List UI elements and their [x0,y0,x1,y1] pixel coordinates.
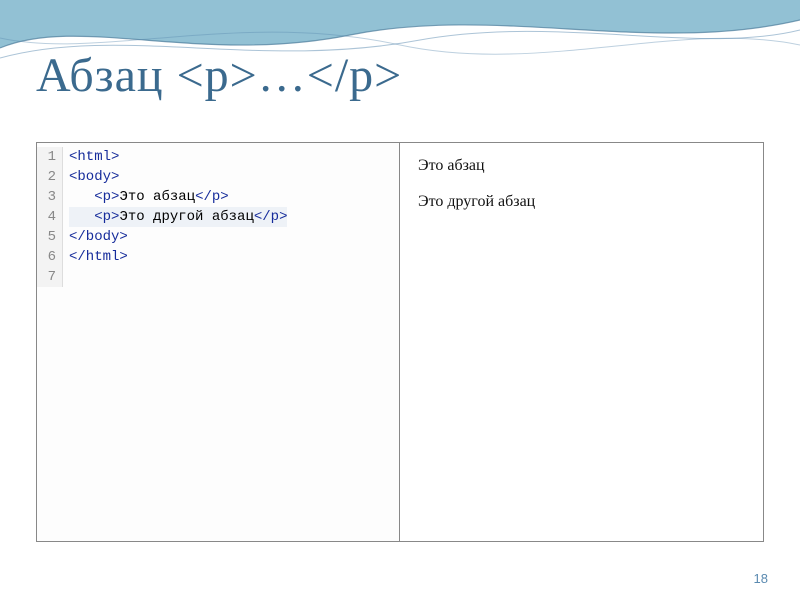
preview-paragraph-1: Это абзац [418,157,745,175]
code-line: <p>Это другой абзац</p> [69,207,287,227]
code-line [69,267,287,287]
code-body: <html><body> <p>Это абзац</p> <p>Это дру… [63,147,287,287]
code-line: <html> [69,147,287,167]
slide-title: Абзац <p>…</p> [36,48,402,103]
preview-pane: Это абзац Это другой абзац [400,143,763,541]
code-line: </body> [69,227,287,247]
example-panel: 1234567 <html><body> <p>Это абзац</p> <p… [36,142,764,542]
preview-paragraph-2: Это другой абзац [418,193,745,211]
code-line: </html> [69,247,287,267]
code-line: <p>Это абзац</p> [69,187,287,207]
code-gutter: 1234567 [37,147,63,287]
page-number: 18 [754,571,768,586]
code-pane: 1234567 <html><body> <p>Это абзац</p> <p… [37,143,400,541]
code-line: <body> [69,167,287,187]
